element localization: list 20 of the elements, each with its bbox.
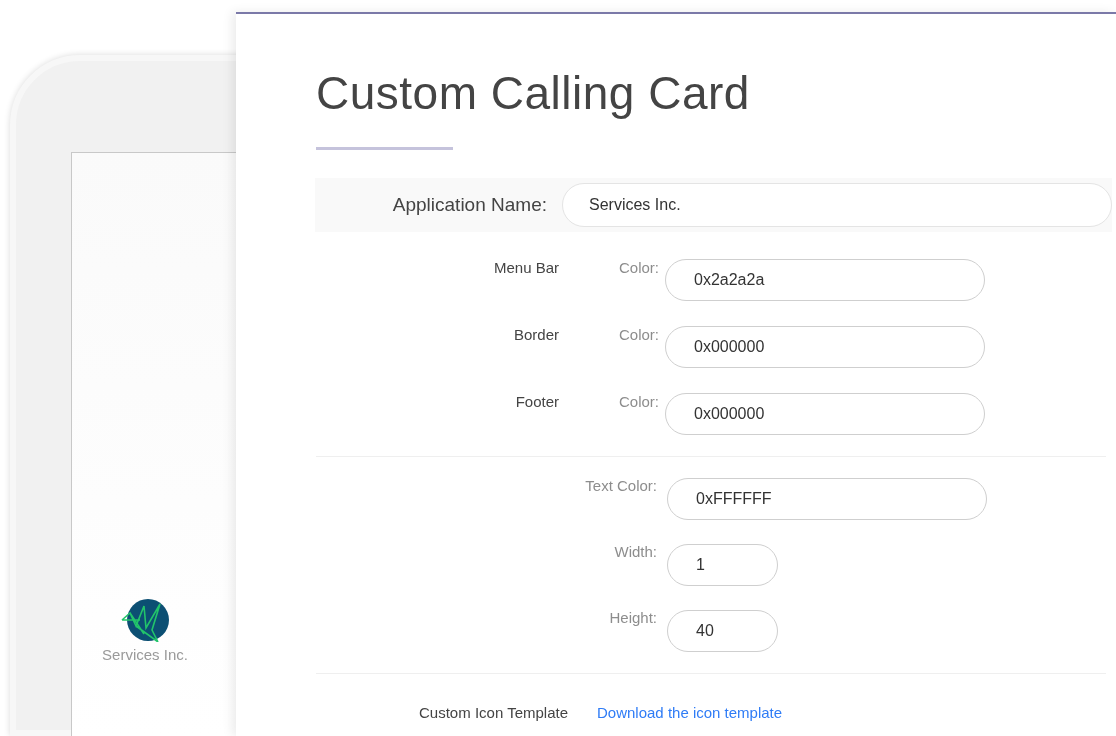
color-field[interactable]: 0x2a2a2a	[665, 259, 985, 301]
field-label: Color:	[618, 392, 659, 412]
section-label: Footer	[514, 392, 559, 412]
field-label: Width:	[613, 542, 657, 562]
color-field[interactable]: 0x000000	[665, 326, 985, 368]
text-field[interactable]: 1	[667, 544, 778, 586]
app-name-field[interactable]: Services Inc.	[562, 183, 1112, 227]
field-label: Custom Icon Template	[418, 703, 568, 723]
section-label: Border	[512, 325, 559, 345]
text-field[interactable]: 0xFFFFFF	[667, 478, 987, 520]
text-field[interactable]: 40	[667, 610, 778, 652]
color-field[interactable]: 0x000000	[665, 393, 985, 435]
field-label: Text Color:	[584, 476, 657, 496]
field-label: Application Name:	[391, 192, 547, 217]
app-name-text: Services Inc.	[102, 645, 188, 665]
field-label: Height:	[608, 608, 657, 628]
download-link[interactable]: Download the icon template	[597, 702, 783, 725]
field-label: Color:	[618, 258, 659, 278]
section-label: Menu Bar	[492, 258, 559, 278]
field-label: Color:	[618, 325, 659, 345]
